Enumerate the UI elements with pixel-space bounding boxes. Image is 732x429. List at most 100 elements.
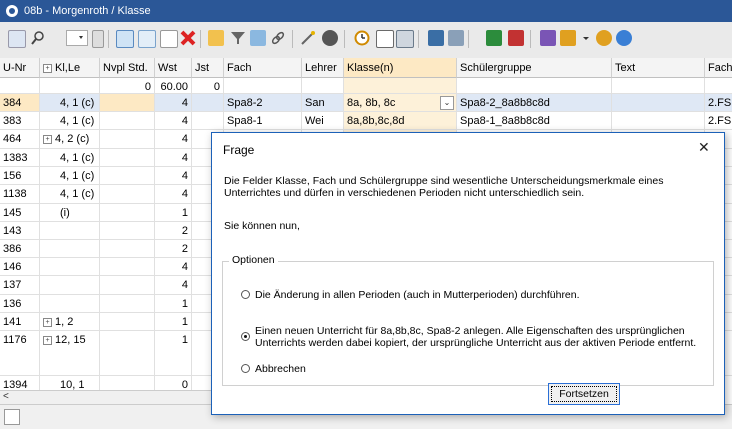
header-col-fach[interactable]: Fach — [224, 58, 302, 78]
cell-klle[interactable]: +4, 2 (c) — [40, 130, 100, 149]
expand-row-icon[interactable]: + — [43, 335, 52, 345]
cell-nvpl[interactable] — [100, 276, 155, 295]
cell-unr[interactable]: 137 — [0, 276, 40, 295]
cell-klle[interactable] — [40, 295, 100, 313]
cell-unr[interactable]: 1176 — [0, 331, 40, 376]
cell-gruppe[interactable]: Spa8-1_8a8b8c8d — [457, 112, 612, 130]
cell-unr[interactable]: 145 — [0, 204, 40, 222]
cell-unr[interactable]: 383 — [0, 112, 40, 130]
cell-unr[interactable]: 464 — [0, 130, 40, 149]
preview-icon[interactable] — [448, 30, 464, 46]
cell-wst[interactable]: 4 — [155, 185, 192, 204]
cell-wst[interactable]: 1 — [155, 295, 192, 313]
cell-wst[interactable]: 4 — [155, 149, 192, 167]
cell-klasse[interactable]: 8a, 8b, 8c ⌄ — [344, 94, 457, 112]
header-col-nvpl[interactable]: Nvpl Std. — [100, 58, 155, 78]
header-col-lehrer[interactable]: Lehrer — [302, 58, 344, 78]
cell-nvpl[interactable] — [100, 149, 155, 167]
radio-all-periods[interactable] — [241, 290, 250, 299]
cell-nvpl[interactable] — [100, 130, 155, 149]
cell-klle[interactable]: (i) — [40, 204, 100, 222]
cell-klle[interactable]: +12, 15 — [40, 331, 100, 376]
cell-klasse[interactable]: 8a,8b,8c,8d — [344, 112, 457, 130]
cell-unr[interactable]: 386 — [0, 240, 40, 258]
cell-klle[interactable]: 4, 1 (c) — [40, 112, 100, 130]
copy-icon[interactable] — [486, 30, 502, 46]
cell-klle[interactable]: 4, 1 (c) — [40, 149, 100, 167]
cell-nvpl[interactable] — [100, 295, 155, 313]
select-icon[interactable] — [8, 30, 26, 48]
cell-unr[interactable]: 136 — [0, 295, 40, 313]
filter-icon[interactable] — [230, 30, 246, 46]
cell-wst[interactable]: 4 — [155, 258, 192, 276]
cell-nvpl[interactable] — [100, 204, 155, 222]
paint-icon[interactable] — [540, 30, 556, 46]
list-icon[interactable] — [138, 30, 156, 48]
cell-wst[interactable]: 1 — [155, 204, 192, 222]
cell-klle[interactable]: 4, 1 (c) — [40, 167, 100, 185]
cell-klle[interactable] — [40, 222, 100, 240]
cell-nvpl[interactable] — [100, 167, 155, 185]
cell-lehrer[interactable]: San — [302, 94, 344, 112]
cell-jst[interactable] — [192, 112, 224, 130]
klasse-dropdown-icon[interactable]: ⌄ — [440, 96, 454, 110]
cell-nvpl[interactable] — [100, 112, 155, 130]
cell-nvpl[interactable] — [100, 94, 155, 112]
cell-wst[interactable]: 4 — [155, 276, 192, 295]
cell-gruppe[interactable]: Spa8-2_8a8b8c8d — [457, 94, 612, 112]
delete-icon[interactable] — [180, 30, 196, 46]
print-icon[interactable] — [428, 30, 444, 46]
cell-lehrer[interactable]: Wei — [302, 112, 344, 130]
export-icon[interactable] — [560, 30, 576, 46]
cell-fach[interactable]: Spa8-2 — [224, 94, 302, 112]
status-checkbox[interactable] — [4, 409, 20, 425]
cell-unr[interactable]: 141 — [0, 313, 40, 331]
cell-fach[interactable]: Spa8-1 — [224, 112, 302, 130]
cell-klle[interactable]: 4, 1 (c) — [40, 94, 100, 112]
cell-unr[interactable]: 156 — [0, 167, 40, 185]
cell-wst[interactable]: 4 — [155, 130, 192, 149]
cell-text[interactable] — [612, 112, 705, 130]
cell-wst[interactable]: 2 — [155, 222, 192, 240]
horizontal-scrollbar[interactable]: < — [0, 390, 215, 405]
cell-unr[interactable]: 146 — [0, 258, 40, 276]
header-col-klle[interactable]: + Kl,Le — [40, 58, 100, 78]
new-icon[interactable] — [160, 30, 178, 48]
cell-wst[interactable]: 1 — [155, 313, 192, 331]
grid-icon[interactable] — [116, 30, 134, 48]
toolbar-dropdown[interactable] — [66, 30, 88, 46]
cell-wst[interactable]: 2 — [155, 240, 192, 258]
search-icon[interactable] — [30, 30, 46, 46]
cell-nvpl[interactable] — [100, 185, 155, 204]
cell-nvpl[interactable] — [100, 331, 155, 376]
table-icon[interactable] — [396, 30, 414, 48]
cell-wst[interactable]: 1 — [155, 331, 192, 376]
cell-nvpl[interactable] — [100, 258, 155, 276]
header-col-wst[interactable]: Wst — [155, 58, 192, 78]
expand-row-icon[interactable]: + — [43, 317, 52, 327]
cell-klle[interactable] — [40, 258, 100, 276]
expand-all-icon[interactable]: + — [43, 63, 52, 73]
cell-fach2[interactable]: 2.FS — [705, 112, 732, 130]
link-icon[interactable] — [270, 30, 286, 46]
cell-klle[interactable]: +1, 2 — [40, 313, 100, 331]
cell-fach2[interactable]: 2.FS — [705, 94, 732, 112]
screen-icon[interactable] — [508, 30, 524, 46]
stepper-icon[interactable] — [92, 30, 104, 48]
cell-text[interactable] — [612, 94, 705, 112]
radio-new-lesson[interactable] — [241, 332, 250, 341]
help-icon[interactable] — [616, 30, 632, 46]
expand-row-icon[interactable]: + — [43, 134, 52, 144]
cell-jst[interactable] — [192, 94, 224, 112]
cell-klle[interactable]: 4, 1 (c) — [40, 185, 100, 204]
header-col-fach2[interactable]: Fach — [705, 58, 732, 78]
header-col-unr[interactable]: U-Nr — [0, 58, 40, 78]
clock-icon[interactable] — [354, 30, 370, 46]
cell-unr[interactable]: 384 — [0, 94, 40, 112]
cell-nvpl[interactable] — [100, 222, 155, 240]
cell-wst[interactable]: 4 — [155, 167, 192, 185]
sort-icon[interactable] — [250, 30, 266, 46]
header-col-jst[interactable]: Jst — [192, 58, 224, 78]
header-col-gruppe[interactable]: Schülergruppe — [457, 58, 612, 78]
continue-button[interactable]: Fortsetzen — [548, 383, 620, 405]
